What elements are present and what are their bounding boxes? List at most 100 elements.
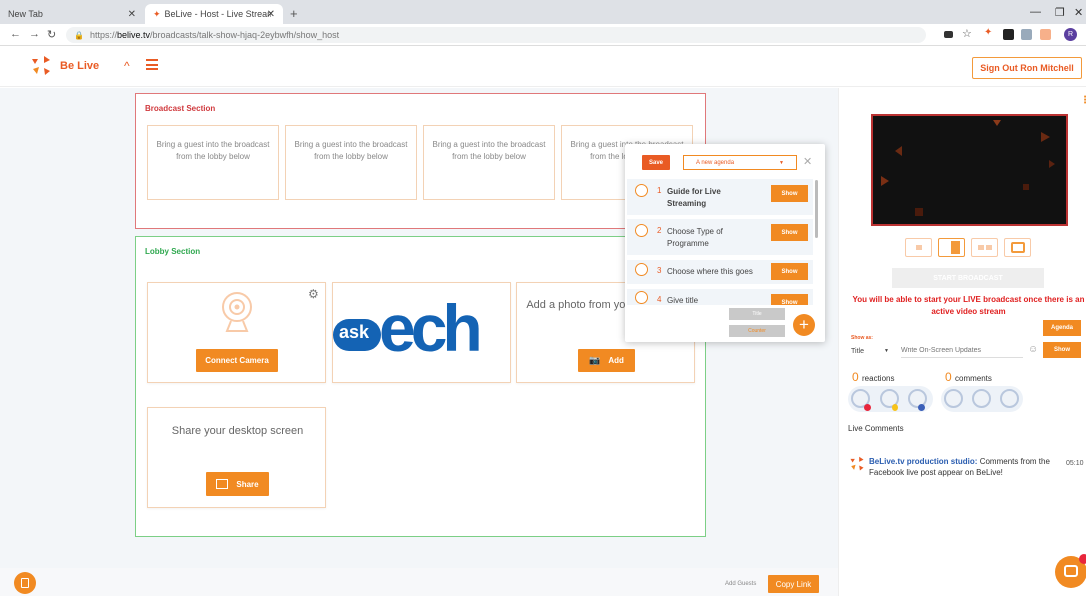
tab-label: BeLive - Host - Live Stream Guid	[164, 9, 271, 19]
collapse-chevron-icon[interactable]: ^	[124, 59, 130, 73]
belive-logo-icon	[32, 56, 50, 75]
layout-double-button[interactable]	[971, 238, 998, 257]
brand-logo-card[interactable]: askQech ask ech	[332, 282, 511, 383]
grid-extension-icon[interactable]	[1021, 29, 1032, 40]
notes-icon	[21, 578, 29, 588]
notification-badge	[1079, 554, 1086, 564]
belive-extension-icon[interactable]: ✦	[984, 27, 995, 38]
layout-split-button[interactable]	[938, 238, 965, 257]
lock-icon: 🔒	[74, 30, 84, 40]
close-tab-icon[interactable]: ✕	[267, 9, 275, 20]
minimize-icon[interactable]: —	[1030, 6, 1041, 18]
close-icon[interactable]: ✕	[803, 155, 812, 168]
agenda-item-radio[interactable]	[635, 184, 648, 197]
reactions-label: reactions	[862, 374, 895, 383]
close-window-icon[interactable]: ✕	[1074, 6, 1083, 19]
forward-icon[interactable]: →	[29, 28, 40, 40]
camera-settings-gear-icon[interactable]: ⚙	[308, 287, 319, 301]
agenda-item-label: Guide for Live Streaming	[667, 187, 721, 208]
chevron-down-icon: ▼	[779, 159, 784, 166]
more-options-icon[interactable]: ⋮	[1080, 95, 1086, 106]
comments-count: 0	[945, 370, 952, 384]
profile-avatar[interactable]: R	[1064, 28, 1077, 41]
menu-hamburger-icon[interactable]	[146, 59, 158, 70]
lobby-section-title: Lobby Section	[145, 247, 201, 256]
close-tab-icon[interactable]: ✕	[128, 9, 136, 20]
restore-icon[interactable]: ❐	[1055, 6, 1065, 19]
agenda-item-label: Choose where this goes	[667, 267, 753, 276]
add-agenda-item-button[interactable]: +	[793, 314, 815, 336]
comment-author: BeLive.tv production studio:	[869, 457, 978, 466]
sign-out-button[interactable]: Sign Out Ron Mitchell	[972, 57, 1082, 79]
layout-pip-button[interactable]	[1004, 238, 1031, 257]
agenda-counter-button[interactable]: Counter	[729, 325, 785, 337]
camera-extension-icon[interactable]	[944, 31, 953, 38]
bottom-bar	[0, 568, 838, 596]
agenda-item-radio[interactable]	[635, 224, 648, 237]
new-tab-icon[interactable]: +	[290, 6, 298, 21]
agenda-title-button[interactable]: Title	[729, 308, 785, 320]
screenshot-extension-icon[interactable]	[1003, 29, 1014, 40]
share-screen-button[interactable]: Share	[206, 472, 269, 496]
thumbs-up-icon	[918, 404, 925, 411]
agenda-item-show-button[interactable]: Show	[771, 224, 808, 241]
agenda-scrollbar[interactable]	[815, 180, 818, 238]
agenda-save-button[interactable]: Save	[642, 155, 670, 170]
browser-tab-bar: New Tab ✕ ✦ BeLive - Host - Live Stream …	[0, 0, 1086, 24]
belive-favicon-icon: ✦	[153, 8, 161, 19]
live-comment: BeLive.tv production studio: Comments fr…	[869, 456, 1051, 478]
chat-icon	[1064, 565, 1078, 577]
layout-single-button[interactable]	[905, 238, 932, 257]
connect-camera-button[interactable]: Connect Camera	[196, 349, 278, 372]
commenter-avatar	[1000, 389, 1019, 408]
bookmark-star-icon[interactable]: ☆	[962, 27, 972, 40]
app-header: Be Live ^ Sign Out Ron Mitchell	[0, 47, 1086, 87]
url-path: /broadcasts/talk-show-hjaq-2eybwfh/show_…	[150, 30, 340, 40]
add-label: Add	[608, 356, 624, 365]
stream-warning-text: You will be able to start your LIVE broa…	[852, 295, 1085, 316]
guest-slot-2[interactable]: Bring a guest into the broadcast from th…	[285, 125, 417, 200]
tab-label: New Tab	[8, 9, 43, 19]
screen-share-icon	[216, 479, 229, 489]
emoji-icon[interactable]: ☺	[1028, 344, 1038, 355]
agenda-item-show-button[interactable]: Show	[771, 263, 808, 280]
video-preview	[871, 114, 1068, 226]
agenda-item-radio[interactable]	[635, 291, 648, 304]
agenda-item-radio[interactable]	[635, 263, 648, 276]
show-as-select[interactable]: Title ▼	[851, 344, 893, 358]
start-broadcast-button[interactable]: START BROADCAST	[892, 268, 1044, 288]
guest-slot-3[interactable]: Bring a guest into the broadcast from th…	[423, 125, 555, 200]
agenda-item[interactable]: 1 Guide for Live Streaming Show	[627, 179, 813, 215]
agenda-item[interactable]: 2 Choose Type of Programme Show	[627, 219, 813, 255]
back-icon[interactable]: ←	[10, 28, 21, 40]
show-as-value: Title	[851, 347, 864, 355]
video-extension-icon[interactable]	[1040, 29, 1051, 40]
agenda-item[interactable]: 3 Choose where this goes Show	[627, 260, 813, 284]
chat-support-button[interactable]	[1055, 554, 1086, 588]
belive-logo[interactable]: Be Live	[30, 55, 99, 77]
url-input[interactable]: 🔒 https://belive.tv/broadcasts/talk-show…	[66, 27, 926, 43]
on-screen-updates-input[interactable]	[901, 344, 1023, 358]
agenda-item-show-button[interactable]: Show	[771, 294, 808, 305]
agenda-item-number: 1	[657, 186, 662, 195]
reload-icon[interactable]: ↻	[47, 28, 56, 41]
agenda-item-label: Choose Type of Programme	[667, 227, 723, 248]
agenda-select[interactable]: A new agenda ▼	[683, 155, 797, 170]
agenda-button[interactable]: Agenda	[1043, 320, 1081, 336]
agenda-item-show-button[interactable]: Show	[771, 185, 808, 202]
tab-belive-host[interactable]: ✦ BeLive - Host - Live Stream Guid ✕	[145, 4, 283, 24]
tab-new-tab[interactable]: New Tab ✕	[0, 4, 144, 24]
broadcast-section: Broadcast Section Bring a guest into the…	[135, 93, 706, 229]
chevron-down-icon: ▼	[884, 348, 889, 354]
add-guests-label: Add Guests	[725, 581, 757, 587]
guest-slot-1[interactable]: Bring a guest into the broadcast from th…	[147, 125, 279, 200]
feedback-button[interactable]	[14, 572, 36, 594]
show-updates-button[interactable]: Show	[1043, 342, 1081, 358]
agenda-item[interactable]: 4 Give title Show	[627, 289, 813, 305]
address-bar-row: ← → ↻ 🔒 https://belive.tv/broadcasts/tal…	[0, 24, 1086, 46]
lobby-section: Lobby Section ⚙ Connect Camera askQech a…	[135, 236, 706, 537]
brand-name: Be Live	[60, 60, 100, 72]
copy-link-button[interactable]: Copy Link	[768, 575, 819, 593]
add-photo-button[interactable]: 📷 Add	[578, 349, 635, 372]
broadcast-section-title: Broadcast Section	[145, 104, 216, 113]
